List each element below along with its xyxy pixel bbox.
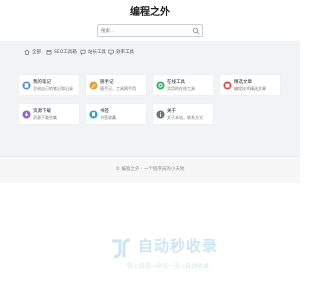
card-title: 关于 [167,109,176,114]
card-title: 精选文章 [234,80,252,85]
watermark: 自动秒收录 做上链接→来访一次→自动收录 [108,235,228,275]
search-box[interactable] [97,24,203,37]
nav-card-downloads[interactable]: 资源下载 资源下载合集 [19,104,79,124]
watermark-title: 自动秒收录 [138,237,219,255]
site-header: 编程之外 [0,0,300,40]
tab-all[interactable]: 全部 [24,47,41,56]
card-desc: 写给自己的笔记和记录 [33,86,73,91]
nav-card-bookmarks[interactable]: 书签 书签收藏 [86,104,146,124]
chat-icon [80,49,86,55]
nav-card-grid: 我的笔记 写给自己的笔记和记录 随手记 随手记，工具随手用 在线工具 实用的在线… [0,61,300,156]
home-icon [24,49,30,55]
tab-label: SEO工具箱 [54,49,77,55]
card-desc: 编程技术精选文章 [234,86,266,91]
card-title: 随手记 [100,80,114,85]
site-footer: © 编程之外 · 一个程序员的小天地 [0,156,300,183]
pen-icon [89,81,98,90]
card-desc: 随手记，工具随手用 [100,86,136,91]
footer-copyright: © 编程之外 · 一个程序员的小天地 [115,167,185,172]
nav-card-quick-notes[interactable]: 随手记 随手记，工具随手用 [86,75,146,95]
book-icon [223,81,232,90]
nav-card-notes[interactable]: 我的笔记 写给自己的笔记和记录 [19,75,79,95]
card-title: 书签 [100,109,109,114]
card-title: 在线工具 [167,80,185,85]
info-icon [156,110,165,119]
nav-card-about[interactable]: 关于 关于本站，联系方式 [153,104,213,124]
category-tabs: 全部 SEO工具箱 站长工具 效率工具 [0,41,300,61]
card-desc: 关于本站，联系方式 [167,115,203,120]
search-input[interactable] [101,26,191,36]
nav-card-online-tools[interactable]: 在线工具 实用的在线工具 [153,75,213,95]
tab-efficiency-tools[interactable]: 效率工具 [108,47,134,56]
tab-label: 站长工具 [88,49,106,55]
watermark-subtitle: 做上链接→来访一次→自动收录 [126,263,210,270]
bookmark-icon [89,110,98,119]
card-title: 资源下载 [33,109,51,114]
logo-icon [112,238,131,259]
tab-label: 全部 [32,49,41,55]
notebook-icon [22,81,31,90]
tab-label: 效率工具 [116,49,134,55]
nav-card-articles[interactable]: 精选文章 编程技术精选文章 [220,75,280,95]
tab-webmaster-tools[interactable]: 站长工具 [80,47,106,56]
tab-seo-tools[interactable]: SEO工具箱 [46,47,77,56]
search-icon[interactable] [192,27,200,35]
download-icon [22,110,31,119]
monitor-icon [108,49,114,54]
box-icon [46,49,52,54]
card-title: 我的笔记 [33,80,51,85]
card-desc: 实用的在线工具 [167,86,195,91]
tools-icon [156,81,165,90]
card-desc: 资源下载合集 [33,115,57,120]
site-title[interactable]: 编程之外 [0,3,300,18]
card-desc: 书签收藏 [100,115,116,120]
